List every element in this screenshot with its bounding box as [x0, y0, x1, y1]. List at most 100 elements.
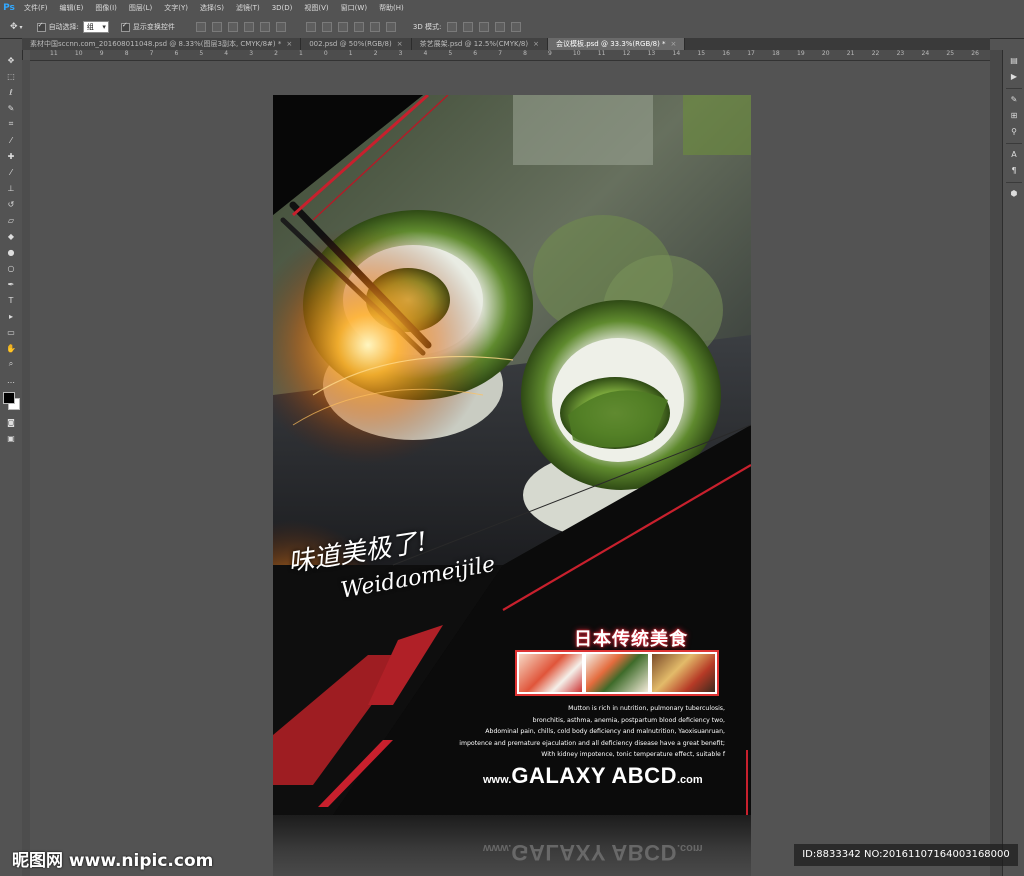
- vertical-scrollbar[interactable]: [990, 50, 1002, 876]
- foreground-color-swatch[interactable]: [3, 392, 15, 404]
- menu-type[interactable]: 文字(Y): [158, 3, 194, 13]
- menu-3d[interactable]: 3D(D): [266, 4, 299, 12]
- ruler-tick-label: 19: [797, 50, 805, 57]
- menu-view[interactable]: 视图(V): [298, 3, 334, 13]
- quick-select-tool-icon[interactable]: ✎: [4, 102, 18, 114]
- menu-window[interactable]: 窗口(W): [335, 3, 373, 13]
- menu-file[interactable]: 文件(F): [18, 3, 54, 13]
- quick-mask-icon[interactable]: ◙: [4, 416, 18, 428]
- distribute-vcenter-icon[interactable]: [321, 22, 332, 32]
- menu-image[interactable]: 图像(I): [89, 3, 123, 13]
- brand-suffix-reflection: .com: [676, 842, 703, 854]
- healing-brush-tool-icon[interactable]: ✚: [4, 150, 18, 162]
- brand-name: GALAXY ABCD: [511, 763, 677, 788]
- eyedropper-tool-icon[interactable]: ⁄: [4, 134, 18, 146]
- move-tool-preset[interactable]: ✥ ▾: [10, 22, 23, 32]
- thumbnail-sushi-2: [585, 654, 649, 692]
- brand-prefix-reflection: www.: [483, 842, 512, 854]
- brush-panel-icon[interactable]: ✎: [1008, 94, 1020, 105]
- character-panel-icon[interactable]: A: [1008, 149, 1020, 160]
- ruler-tick-label: 6: [473, 50, 478, 57]
- distribute-top-icon[interactable]: [305, 22, 316, 32]
- drag-3d-icon[interactable]: [479, 22, 490, 32]
- history-panel-icon[interactable]: ▤: [1008, 55, 1020, 66]
- slide-3d-icon[interactable]: [495, 22, 506, 32]
- brush-tool-icon[interactable]: ⁄: [4, 166, 18, 178]
- clone-stamp-tool-icon[interactable]: ⊥: [4, 182, 18, 194]
- ruler-tick-label: 1: [299, 50, 303, 57]
- history-brush-tool-icon[interactable]: ↺: [4, 198, 18, 210]
- tab-document-3[interactable]: 茶艺展架.psd @ 12.5%(CMYK/8) ×: [411, 38, 548, 50]
- tab-document-4[interactable]: 会议模板.psd @ 33.3%(RGB/8) * ×: [547, 38, 686, 50]
- description-line: impotence and premature ejaculation and …: [459, 739, 725, 747]
- type-tool-icon[interactable]: T: [4, 294, 18, 306]
- align-right-icon[interactable]: [275, 22, 286, 32]
- align-hcenter-icon[interactable]: [259, 22, 270, 32]
- zoom-tool-icon[interactable]: ⌕: [4, 358, 18, 370]
- ruler-tick-label: 9: [548, 50, 552, 57]
- lasso-tool-icon[interactable]: ℓ: [4, 86, 18, 98]
- close-icon[interactable]: ×: [533, 38, 539, 50]
- tools-panel: ✥ ⬚ ℓ ✎ ⌗ ⁄ ✚ ⁄ ⊥ ↺ ▱ ◆ ● ○ ✒ T ▸ ▭ ✋ ⌕ …: [0, 50, 23, 876]
- options-bar: ✥ ▾ 自动选择: 组 显示变换控件 3D 模式:: [0, 16, 1024, 39]
- eraser-tool-icon[interactable]: ▱: [4, 214, 18, 226]
- menu-filter[interactable]: 滤镜(T): [230, 3, 266, 13]
- 3d-panel-icon[interactable]: ⬢: [1008, 188, 1020, 199]
- scale-3d-icon[interactable]: [511, 22, 522, 32]
- ruler-tick-label: 1: [348, 50, 353, 57]
- blur-tool-icon[interactable]: ●: [4, 246, 18, 258]
- ruler-tick-label: 11: [50, 50, 58, 57]
- ruler-tick-label: 4: [224, 50, 229, 57]
- poster-title: 日本传统美食: [574, 629, 688, 650]
- path-select-tool-icon[interactable]: ▸: [4, 310, 18, 322]
- pen-tool-icon[interactable]: ✒: [4, 278, 18, 290]
- close-icon[interactable]: ×: [671, 38, 677, 50]
- actions-panel-icon[interactable]: ▶: [1008, 71, 1020, 82]
- rotate-3d-icon[interactable]: [447, 22, 458, 32]
- dodge-tool-icon[interactable]: ○: [4, 262, 18, 274]
- description-line: Mutton is rich in nutrition, pulmonary t…: [568, 705, 725, 712]
- ruler-tick-label: 22: [871, 50, 880, 57]
- auto-select-dropdown[interactable]: 组: [82, 21, 109, 33]
- ruler-tick-label: 8: [124, 50, 129, 57]
- menu-edit[interactable]: 编辑(E): [54, 3, 90, 13]
- ruler-tick-label: 13: [647, 50, 656, 57]
- description-line: bronchitis, asthma, anemia, postpartum b…: [532, 716, 725, 724]
- brush-presets-icon[interactable]: ⊞: [1008, 110, 1020, 121]
- auto-select-checkbox[interactable]: [36, 21, 46, 32]
- gradient-tool-icon[interactable]: ◆: [4, 230, 18, 242]
- paragraph-panel-icon[interactable]: ¶: [1008, 165, 1020, 176]
- menu-help[interactable]: 帮助(H): [373, 3, 410, 13]
- distribute-hcenter-icon[interactable]: [369, 22, 380, 32]
- align-left-icon[interactable]: [243, 22, 254, 32]
- close-icon[interactable]: ×: [397, 38, 403, 50]
- poster-reflection: www.GALAXY ABCD.com: [273, 815, 751, 876]
- ruler-tick-label: 3: [249, 50, 254, 57]
- show-transform-checkbox[interactable]: [120, 21, 130, 32]
- screen-mode-icon[interactable]: ▣: [4, 432, 18, 444]
- ruler-tick-label: 24: [921, 50, 930, 57]
- menu-layer[interactable]: 图层(L): [123, 3, 158, 13]
- move-tool-icon[interactable]: ✥: [4, 54, 18, 66]
- distribute-bottom-icon[interactable]: [337, 22, 348, 32]
- close-icon[interactable]: ×: [286, 38, 292, 50]
- tab-document-1[interactable]: 素材中国sccnn.com_2016080110​48.psd @ 8.33%(…: [22, 38, 302, 50]
- auto-select-label: 自动选择:: [48, 23, 79, 31]
- align-bottom-icon[interactable]: [227, 22, 238, 32]
- tab-document-2[interactable]: 002.psd @ 50%(RGB/8) ×: [301, 38, 412, 50]
- align-vcenter-icon[interactable]: [211, 22, 222, 32]
- thumbnail-sushi-3: [652, 654, 716, 692]
- ruler-tick-label: 6: [174, 50, 179, 57]
- menu-select[interactable]: 选择(S): [194, 3, 230, 13]
- align-top-icon[interactable]: [195, 22, 206, 32]
- shape-tool-icon[interactable]: ▭: [4, 326, 18, 338]
- crop-tool-icon[interactable]: ⌗: [4, 118, 18, 130]
- clone-source-icon[interactable]: ⚲: [1008, 126, 1020, 137]
- distribute-right-icon[interactable]: [385, 22, 396, 32]
- hand-tool-icon[interactable]: ✋: [4, 342, 18, 354]
- color-swatches[interactable]: [0, 390, 22, 412]
- more-tools-icon[interactable]: …: [4, 374, 18, 386]
- roll-3d-icon[interactable]: [463, 22, 474, 32]
- distribute-left-icon[interactable]: [353, 22, 364, 32]
- marquee-tool-icon[interactable]: ⬚: [4, 70, 18, 82]
